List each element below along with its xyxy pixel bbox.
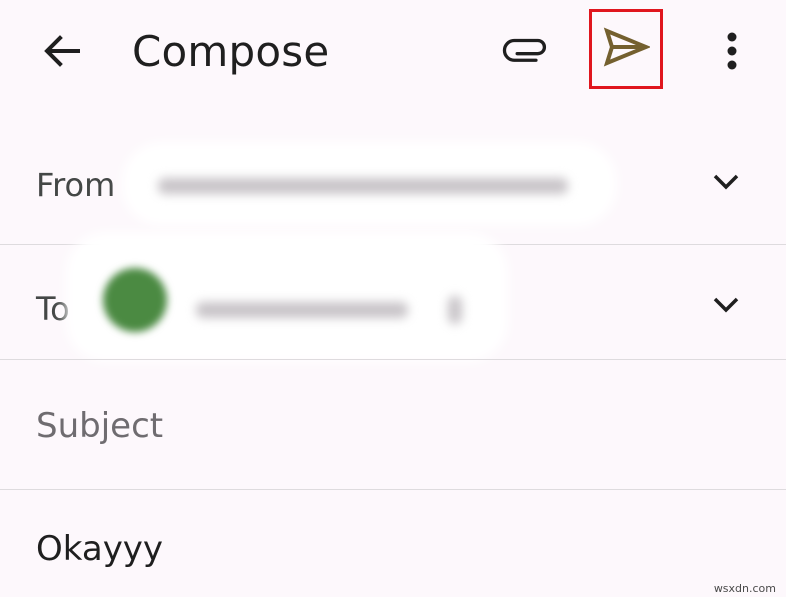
- chevron-down-icon: [712, 296, 740, 318]
- from-expand-button[interactable]: [706, 164, 746, 204]
- avatar: [103, 268, 167, 332]
- more-vert-icon: [726, 31, 738, 75]
- chevron-down-icon: [712, 173, 740, 195]
- recipient-chip-close-blur: [448, 296, 462, 324]
- more-options-button[interactable]: [710, 28, 754, 78]
- divider: [0, 359, 786, 360]
- send-button[interactable]: [589, 9, 663, 89]
- back-button[interactable]: [36, 28, 86, 78]
- arrow-back-icon: [40, 30, 82, 76]
- message-body[interactable]: Okayyy: [36, 527, 163, 571]
- attach-button[interactable]: [496, 28, 556, 78]
- recipient-name-blur: [196, 302, 408, 318]
- paperclip-icon: [502, 36, 550, 70]
- from-address-blur: [158, 178, 568, 194]
- app-bar: Compose: [0, 0, 786, 110]
- page-title: Compose: [132, 27, 330, 76]
- watermark: wsxdn.com: [713, 582, 776, 595]
- send-icon: [602, 27, 652, 71]
- to-expand-button[interactable]: [706, 287, 746, 327]
- divider: [0, 489, 786, 490]
- subject-field[interactable]: Subject: [36, 404, 163, 448]
- from-label: From: [36, 166, 116, 204]
- to-label: To: [36, 290, 70, 328]
